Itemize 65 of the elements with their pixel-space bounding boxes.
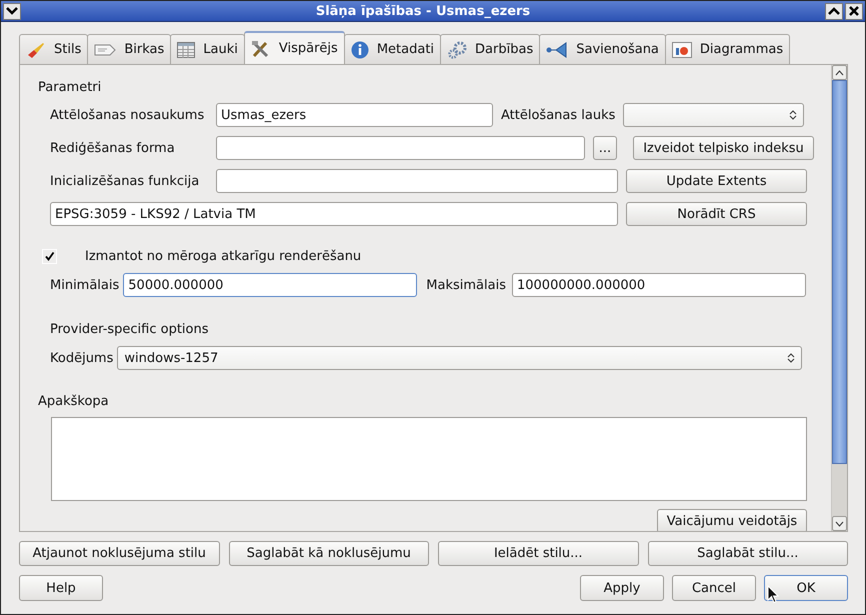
query-builder-button[interactable]: Vaicājumu veidotājs — [657, 509, 807, 531]
close-icon — [849, 6, 859, 16]
crs-field[interactable]: EPSG:3059 - LKS92 / Latvia TM — [50, 202, 618, 226]
tab[interactable]: Darbības — [440, 34, 540, 64]
table-icon — [177, 42, 196, 58]
field-label: Kodējums — [50, 350, 114, 366]
tab[interactable]: Diagrammas — [664, 34, 790, 64]
arrow-up-icon — [835, 70, 844, 76]
checkbox[interactable] — [42, 248, 57, 264]
field-label: Attēlošanas lauks — [501, 108, 616, 122]
maximize-button[interactable] — [825, 2, 843, 20]
tab[interactable]: Birkas — [87, 34, 172, 64]
gears-icon — [447, 40, 468, 58]
style-button[interactable]: Saglabāt stilu... — [648, 541, 848, 566]
field-label: Inicializēšanas funkcija — [50, 174, 200, 188]
dialog-button[interactable]: OK — [764, 575, 848, 601]
join-icon — [546, 42, 568, 58]
brush-icon — [26, 40, 46, 58]
input-field[interactable] — [216, 169, 618, 193]
window-title: Slāņa īpašības - Usmas_ezers — [314, 4, 532, 18]
checkbox-label: Izmantot no mēroga atkarīgu renderēšanu — [85, 248, 362, 264]
text-area[interactable] — [51, 417, 807, 501]
mouse-pointer-icon — [767, 585, 779, 604]
spatial-index-button[interactable]: Izveidot telpisko indeksu — [633, 136, 814, 160]
input-field[interactable]: 100000000.000000 — [512, 273, 806, 297]
input-field[interactable]: 50000.000000 — [123, 273, 418, 297]
section-heading: Apakškopa — [38, 393, 110, 411]
dropdown[interactable]: windows-1257 — [117, 346, 802, 370]
dropdown[interactable] — [623, 103, 804, 127]
input-field[interactable]: Usmas_ezers — [216, 103, 493, 127]
dropdown-value: windows-1257 — [124, 350, 218, 366]
menu-button[interactable] — [3, 2, 21, 20]
chevron-down-icon — [6, 7, 18, 15]
spin-arrows-icon — [787, 353, 796, 363]
dialog-button[interactable]: Apply — [580, 575, 664, 601]
field-label: Maksimālais — [426, 278, 506, 292]
tools-icon — [250, 40, 271, 58]
update-extents-button[interactable]: Update Extents — [626, 169, 807, 193]
tab[interactable]: Metadati — [344, 34, 442, 64]
section-heading: Provider-specific options — [50, 321, 210, 339]
help-button[interactable]: Help — [19, 575, 103, 601]
input-field[interactable] — [216, 136, 585, 160]
browse-button[interactable]: ... — [593, 136, 617, 160]
set-crs-button[interactable]: Norādīt CRS — [626, 202, 807, 226]
section-heading: Parametri — [38, 79, 102, 97]
tab[interactable]: Lauki — [170, 34, 245, 64]
style-button[interactable]: Ielādēt stilu... — [438, 541, 638, 566]
field-label: Rediģēšanas forma — [50, 140, 176, 156]
style-button[interactable]: Saglabāt kā noklusējumu — [228, 541, 429, 566]
spin-arrows-icon — [789, 110, 798, 120]
field-label: Minimālais — [50, 278, 120, 292]
style-button[interactable]: Atjaunot noklusējuma stilu — [19, 541, 220, 566]
scroll-thumb[interactable] — [832, 80, 847, 464]
info-icon — [350, 40, 369, 58]
dialog-button[interactable]: Cancel — [672, 575, 756, 601]
chart-icon — [672, 42, 692, 58]
chevron-up-icon — [828, 7, 840, 15]
tab[interactable]: Savienošana — [539, 34, 666, 64]
label-tag-icon — [94, 42, 116, 56]
tab[interactable]: Stils — [19, 34, 88, 64]
arrow-down-icon — [835, 520, 844, 526]
field-label: Attēlošanas nosaukums — [50, 108, 206, 122]
scroll-bar[interactable] — [831, 65, 847, 531]
close-button[interactable] — [845, 2, 863, 20]
tab[interactable]: Vispārējs — [244, 31, 345, 64]
